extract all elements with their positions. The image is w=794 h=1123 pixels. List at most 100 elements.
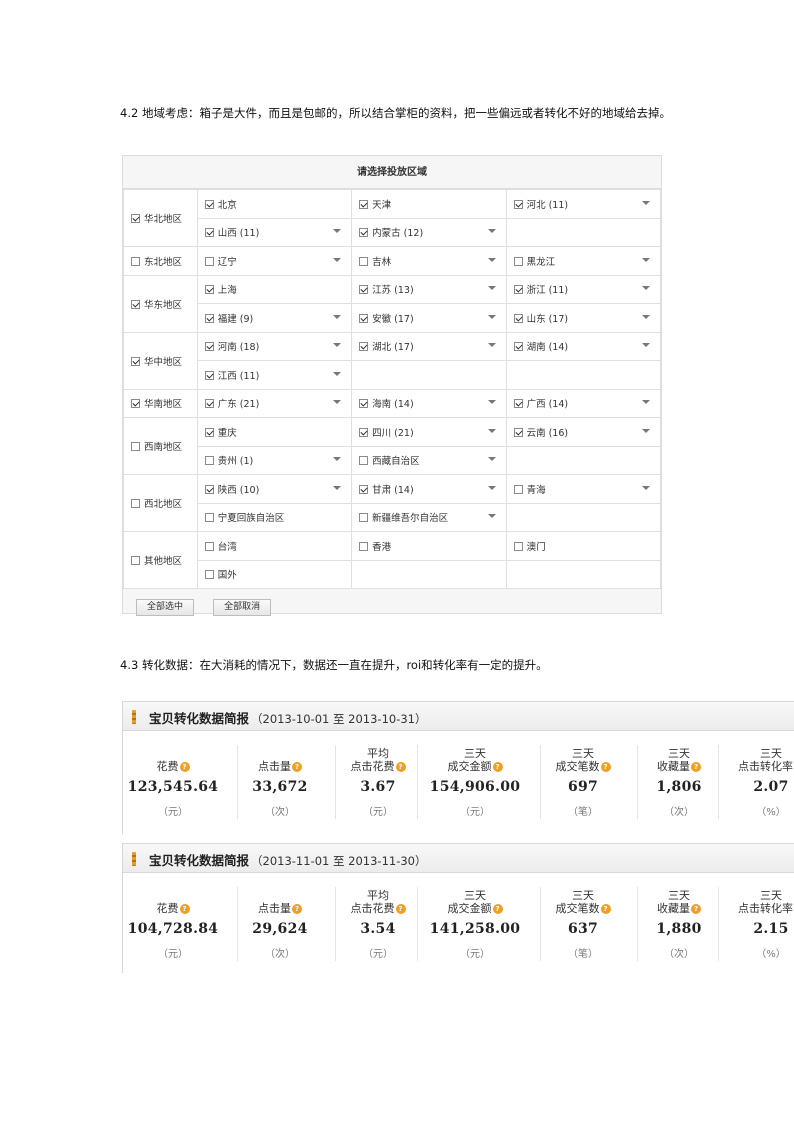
province-checkbox[interactable]: [359, 456, 369, 466]
province-cell[interactable]: 甘肃 (14): [351, 474, 507, 504]
chevron-down-icon[interactable]: [487, 400, 496, 405]
province-cell[interactable]: 安徽 (17): [351, 303, 507, 333]
province-option[interactable]: 广西 (14): [513, 396, 660, 410]
chevron-down-icon[interactable]: [333, 400, 342, 405]
province-cell[interactable]: 河北 (11): [505, 189, 662, 219]
region-group-checkbox[interactable]: [131, 499, 140, 508]
province-cell[interactable]: 广西 (14): [505, 388, 662, 418]
chevron-down-icon[interactable]: [642, 200, 650, 205]
province-option[interactable]: 海南 (14): [359, 396, 505, 410]
province-checkbox[interactable]: [204, 313, 214, 323]
help-icon[interactable]: ?: [600, 762, 611, 772]
chevron-down-icon[interactable]: [642, 428, 650, 433]
chevron-down-icon[interactable]: [642, 314, 650, 319]
region-group-cell[interactable]: 华东地区: [123, 274, 198, 333]
province-checkbox[interactable]: [204, 427, 214, 437]
province-checkbox[interactable]: [359, 313, 369, 323]
chevron-down-icon[interactable]: [487, 457, 496, 462]
help-icon[interactable]: ?: [395, 762, 406, 772]
province-cell[interactable]: 国外: [196, 559, 353, 589]
province-cell[interactable]: 河南 (18): [196, 331, 353, 361]
province-checkbox[interactable]: [359, 256, 369, 266]
chevron-down-icon[interactable]: [487, 229, 496, 234]
province-option[interactable]: 湖南 (14): [513, 339, 660, 353]
region-group-cell[interactable]: 其他地区: [123, 531, 198, 589]
province-option[interactable]: 新疆维吾尔自治区: [359, 510, 505, 524]
province-option[interactable]: 四川 (21): [359, 425, 505, 439]
province-cell[interactable]: 辽宁: [196, 246, 353, 276]
province-option[interactable]: 湖北 (17): [359, 339, 505, 353]
province-option[interactable]: 浙江 (11): [513, 282, 660, 296]
help-icon[interactable]: ?: [395, 904, 406, 914]
province-checkbox[interactable]: [204, 541, 214, 551]
chevron-down-icon[interactable]: [642, 286, 650, 291]
chevron-down-icon[interactable]: [487, 257, 496, 262]
province-option[interactable]: 天津: [359, 197, 505, 211]
region-group-checkbox[interactable]: [131, 556, 140, 565]
province-option[interactable]: 广东 (21): [204, 396, 351, 410]
province-checkbox[interactable]: [513, 342, 523, 352]
province-option[interactable]: 上海: [204, 282, 351, 296]
province-checkbox[interactable]: [359, 427, 369, 437]
province-option[interactable]: 贵州 (1): [204, 453, 351, 467]
province-option[interactable]: 北京: [204, 197, 351, 211]
province-option[interactable]: 安徽 (17): [359, 311, 505, 325]
chevron-down-icon[interactable]: [642, 485, 650, 490]
province-cell[interactable]: 青海: [505, 474, 662, 504]
province-checkbox[interactable]: [204, 256, 214, 266]
province-option[interactable]: 宁夏回族自治区: [204, 510, 351, 524]
province-checkbox[interactable]: [359, 285, 369, 295]
chevron-down-icon[interactable]: [487, 314, 496, 319]
region-group-cell[interactable]: 华南地区: [123, 388, 198, 418]
province-option[interactable]: 河北 (11): [513, 197, 660, 211]
province-checkbox[interactable]: [513, 484, 523, 494]
province-option[interactable]: 山东 (17): [513, 311, 660, 325]
region-group-cell[interactable]: 华中地区: [123, 331, 198, 390]
province-checkbox[interactable]: [204, 370, 214, 380]
province-cell[interactable]: 江西 (11): [196, 360, 353, 390]
province-checkbox[interactable]: [513, 427, 523, 437]
region-group-checkbox[interactable]: [131, 356, 140, 366]
chevron-down-icon[interactable]: [333, 371, 342, 376]
province-checkbox[interactable]: [204, 513, 214, 523]
province-option[interactable]: 云南 (16): [513, 425, 660, 439]
chevron-down-icon[interactable]: [487, 428, 496, 433]
province-checkbox[interactable]: [513, 541, 523, 551]
chevron-down-icon[interactable]: [333, 343, 342, 348]
province-cell[interactable]: 台湾: [196, 531, 353, 561]
province-option[interactable]: 台湾: [204, 539, 351, 553]
province-checkbox[interactable]: [204, 399, 214, 409]
province-option[interactable]: 江苏 (13): [359, 282, 505, 296]
region-group-cell[interactable]: 东北地区: [123, 246, 198, 276]
province-option[interactable]: 香港: [359, 539, 505, 553]
help-icon[interactable]: ?: [691, 762, 701, 772]
region-group-checkbox[interactable]: [131, 214, 140, 223]
province-cell[interactable]: 上海: [196, 274, 353, 304]
province-checkbox[interactable]: [359, 228, 369, 238]
province-option[interactable]: 黑龙江: [513, 254, 660, 268]
province-cell[interactable]: 广东 (21): [196, 388, 353, 418]
province-option[interactable]: 吉林: [359, 254, 505, 268]
region-group-checkbox[interactable]: [131, 399, 140, 409]
province-checkbox[interactable]: [204, 199, 214, 209]
province-checkbox[interactable]: [204, 484, 214, 494]
province-checkbox[interactable]: [513, 285, 523, 295]
province-cell[interactable]: 山西 (11): [196, 217, 353, 247]
province-checkbox[interactable]: [204, 228, 214, 238]
province-option[interactable]: 陕西 (10): [204, 482, 351, 496]
region-group-checkbox[interactable]: [131, 442, 140, 451]
help-icon[interactable]: ?: [179, 904, 190, 914]
province-checkbox[interactable]: [359, 399, 369, 409]
chevron-down-icon[interactable]: [333, 229, 342, 234]
province-cell[interactable]: 内蒙古 (12): [351, 217, 507, 247]
help-icon[interactable]: ?: [179, 762, 190, 772]
province-cell[interactable]: 陕西 (10): [196, 474, 353, 504]
province-checkbox[interactable]: [359, 484, 369, 494]
province-cell[interactable]: 吉林: [351, 246, 507, 276]
province-cell[interactable]: 黑龙江: [505, 246, 662, 276]
cancel-all-button[interactable]: 全部取消: [213, 599, 272, 616]
province-cell[interactable]: 天津: [351, 189, 507, 219]
province-checkbox[interactable]: [513, 256, 523, 266]
province-option[interactable]: 河南 (18): [204, 339, 351, 353]
province-cell[interactable]: 四川 (21): [351, 417, 507, 447]
